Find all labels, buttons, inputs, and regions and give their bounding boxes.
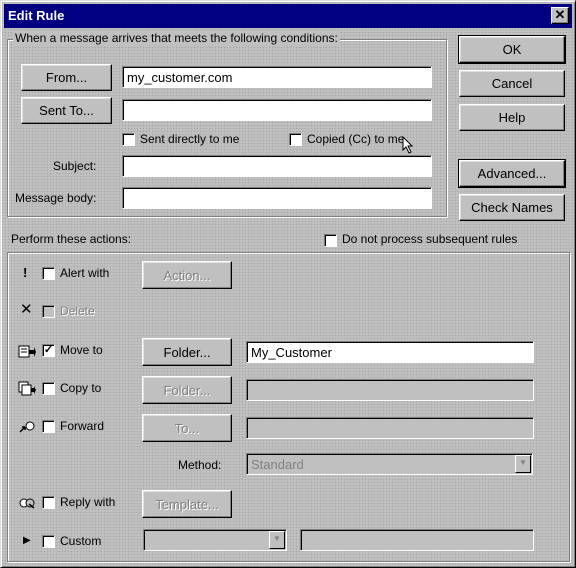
custom-label: Custom (60, 534, 102, 548)
method-label: Method: (178, 458, 222, 472)
copied-cc-label: Copied (Cc) to me (307, 132, 405, 146)
advanced-button[interactable]: Advanced... (458, 159, 566, 188)
do-not-process-checkbox[interactable] (324, 234, 337, 247)
custom-options-field[interactable] (300, 529, 534, 551)
reply-icon (19, 498, 35, 509)
move-folder-button[interactable]: Folder... (142, 338, 232, 366)
alert-checkbox[interactable] (42, 267, 55, 280)
exclamation-icon: ! (23, 265, 28, 280)
sent-directly-label: Sent directly to me (140, 132, 240, 146)
delete-x-icon: ✕ (20, 301, 33, 318)
triangle-right-icon: ▶ (23, 535, 31, 546)
window-title: Edit Rule (8, 8, 65, 23)
sent-to-button[interactable]: Sent To... (21, 97, 112, 124)
reply-checkbox[interactable] (42, 496, 55, 509)
mouse-cursor-icon (402, 136, 414, 154)
custom-checkbox[interactable] (42, 535, 55, 548)
copied-cc-checkbox[interactable] (289, 133, 302, 146)
actions-group (7, 252, 570, 562)
delete-checkbox[interactable] (42, 305, 55, 318)
close-icon: ✕ (554, 7, 566, 22)
forward-checkbox[interactable] (42, 420, 55, 433)
copy-label: Copy to (60, 381, 102, 395)
chevron-down-icon: ▼ (269, 531, 285, 549)
copy-folder-button[interactable]: Folder... (142, 376, 232, 404)
delete-label: Delete (60, 304, 95, 318)
sent-to-field[interactable] (122, 99, 432, 121)
copy-folder-icon (18, 381, 36, 396)
edit-rule-dialog: Edit Rule ✕ When a message arrives that … (0, 0, 576, 568)
message-body-label: Message body: (15, 191, 97, 205)
forward-label: Forward (60, 419, 105, 433)
subject-label: Subject: (53, 159, 97, 173)
ok-button[interactable]: OK (458, 35, 566, 64)
sent-directly-checkbox[interactable] (122, 133, 135, 146)
move-checkbox[interactable]: ✓ (42, 344, 55, 357)
conditions-group-title: When a message arrives that meets the fo… (13, 31, 340, 45)
message-body-field[interactable] (122, 187, 432, 209)
close-button[interactable]: ✕ (551, 7, 569, 24)
custom-dropdown[interactable]: ▼ (143, 529, 287, 551)
copy-checkbox[interactable] (42, 382, 55, 395)
move-folder-field[interactable]: My_Customer (246, 341, 534, 363)
method-value: Standard (251, 457, 304, 472)
forward-icon (19, 421, 35, 433)
subject-field[interactable] (122, 155, 432, 177)
from-field[interactable]: my_customer.com (122, 66, 432, 88)
template-button[interactable]: Template... (142, 490, 232, 518)
method-dropdown[interactable]: Standard ▼ (246, 453, 533, 475)
copy-folder-field[interactable] (246, 379, 534, 401)
title-bar: Edit Rule ✕ (4, 4, 572, 28)
do-not-process-label: Do not process subsequent rules (342, 232, 518, 246)
action-button[interactable]: Action... (142, 261, 232, 289)
forward-to-button[interactable]: To... (142, 414, 232, 442)
help-button[interactable]: Help (459, 104, 565, 131)
from-button[interactable]: From... (21, 64, 112, 91)
move-folder-icon (18, 345, 36, 358)
perform-actions-label: Perform these actions: (11, 232, 132, 246)
check-names-button[interactable]: Check Names (459, 194, 565, 221)
reply-label: Reply with (60, 495, 116, 509)
forward-to-field[interactable] (246, 417, 534, 439)
alert-label: Alert with (60, 266, 110, 280)
cancel-button[interactable]: Cancel (459, 70, 565, 97)
chevron-down-icon: ▼ (515, 455, 531, 473)
move-label: Move to (60, 343, 103, 357)
